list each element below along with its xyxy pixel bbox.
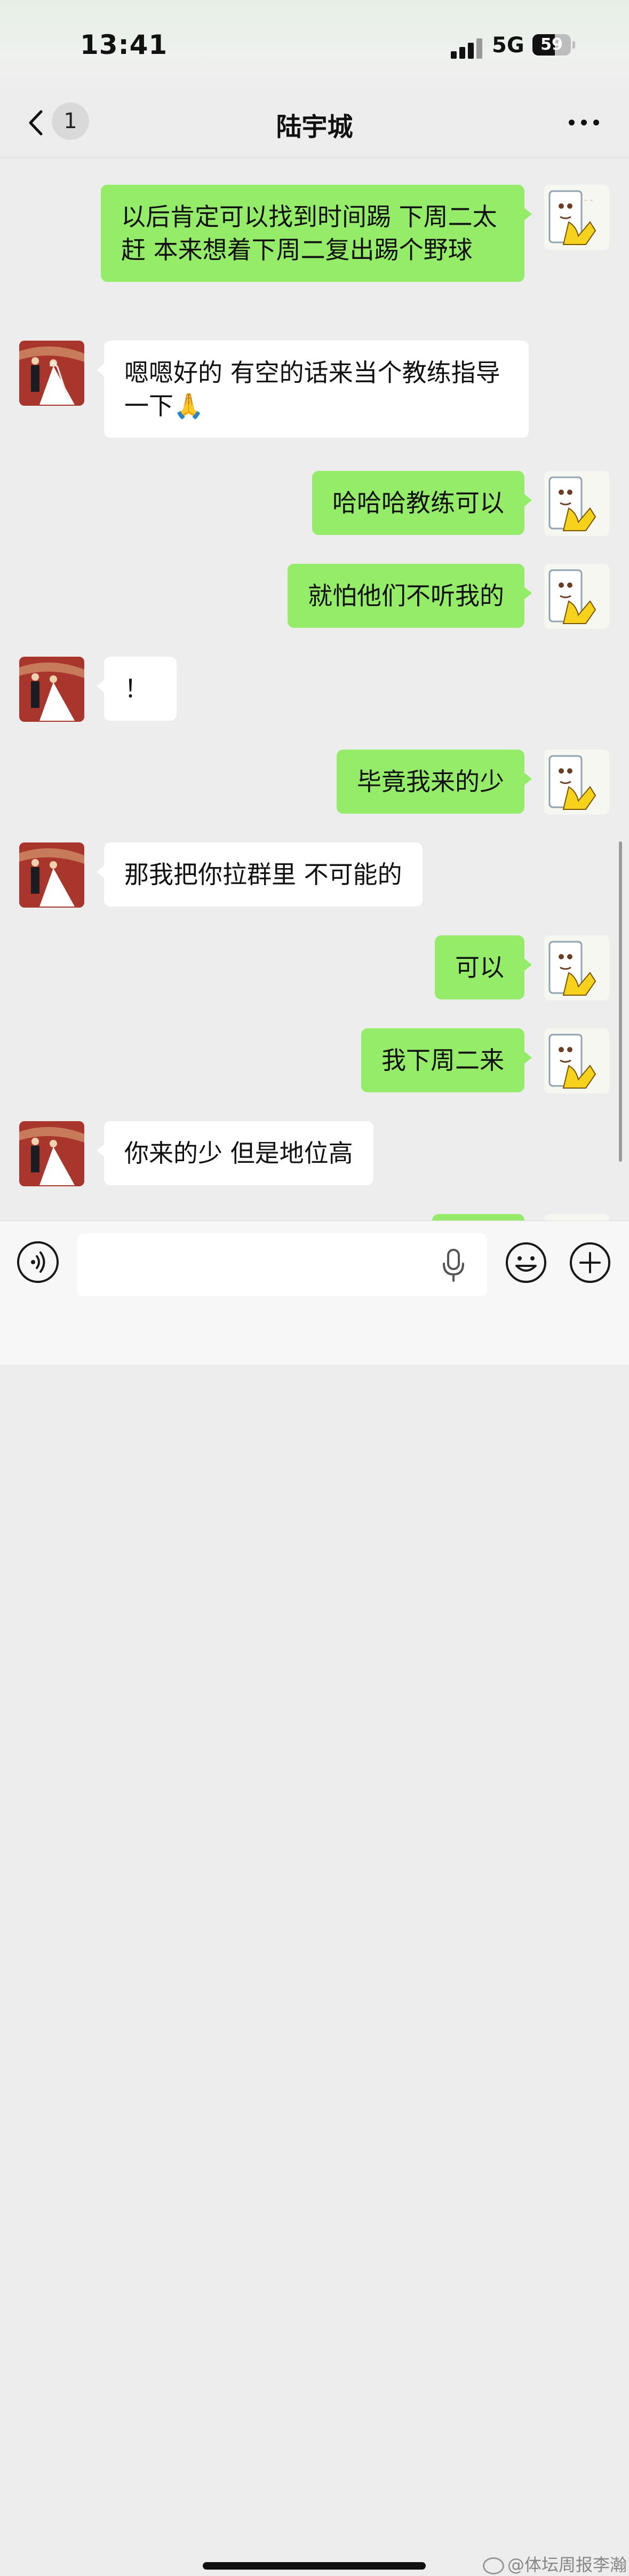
my-avatar[interactable] bbox=[544, 471, 609, 536]
input-bar: @体坛周报李瀚 bbox=[0, 1220, 629, 2575]
friend-message-bubble[interactable]: 你来的少 但是地位高 bbox=[97, 1121, 373, 1185]
cellular-signal-icon bbox=[451, 37, 488, 59]
emoji-icon bbox=[506, 1242, 546, 1283]
voice-icon bbox=[31, 1251, 45, 1273]
friend-avatar[interactable] bbox=[19, 1121, 84, 1186]
my-avatar[interactable] bbox=[544, 1028, 609, 1093]
more-dots-icon bbox=[569, 120, 575, 125]
partial-avatar bbox=[544, 1214, 609, 1220]
microphone-icon[interactable] bbox=[437, 1247, 469, 1284]
wedding-photo-avatar bbox=[19, 341, 84, 406]
my-avatar[interactable] bbox=[544, 564, 609, 629]
chat-title: 陆宇城 bbox=[276, 112, 353, 142]
network-type: 5G bbox=[492, 33, 524, 58]
cartoon-avatar-icon bbox=[548, 755, 596, 810]
cartoon-avatar-icon: ~ ~ bbox=[548, 190, 596, 245]
svg-text:~ ~: ~ ~ bbox=[584, 198, 593, 203]
my-message-bubble[interactable]: 可以 bbox=[435, 935, 532, 999]
wedding-photo-avatar bbox=[19, 842, 84, 908]
voice-mode-button[interactable] bbox=[17, 1241, 59, 1283]
my-avatar[interactable] bbox=[544, 935, 609, 1001]
message-input[interactable] bbox=[77, 1233, 487, 1296]
more-options-button[interactable] bbox=[566, 112, 603, 133]
my-avatar[interactable] bbox=[544, 750, 609, 815]
my-message-bubble[interactable]: 我下周二来 bbox=[361, 1028, 532, 1092]
battery-icon: 59 bbox=[532, 34, 571, 56]
wedding-photo-avatar bbox=[19, 657, 84, 722]
friend-message-bubble[interactable]: ！ bbox=[97, 657, 177, 721]
partial-message-bubble[interactable] bbox=[432, 1214, 524, 1220]
my-message-bubble[interactable]: 毕竟我来的少 bbox=[337, 750, 532, 814]
friend-avatar[interactable] bbox=[19, 657, 84, 722]
message-list[interactable]: 以后肯定可以找到时间踢 下周二太赶 本来想着下周二复出踢个野球 ~ ~ 嗯嗯好的… bbox=[0, 158, 629, 1220]
cartoon-avatar-icon bbox=[548, 569, 596, 624]
home-indicator[interactable] bbox=[203, 2562, 426, 2570]
plus-icon bbox=[570, 1242, 610, 1283]
my-message-bubble[interactable]: 哈哈哈教练可以 bbox=[312, 471, 532, 535]
friend-avatar[interactable] bbox=[19, 341, 84, 406]
status-time: 13:41 bbox=[80, 29, 168, 60]
my-message-bubble[interactable]: 就怕他们不听我的 bbox=[288, 564, 532, 628]
weibo-logo-icon bbox=[483, 2557, 504, 2574]
friend-message-bubble[interactable]: 那我把你拉群里 不可能的 bbox=[97, 842, 423, 907]
friend-message-bubble[interactable]: 嗯嗯好的 有空的话来当个教练指导一下🙏 bbox=[97, 341, 529, 438]
scrollbar[interactable] bbox=[619, 841, 622, 1162]
cartoon-avatar-icon bbox=[548, 476, 596, 531]
battery-level: 59 bbox=[540, 35, 563, 54]
cartoon-avatar-icon bbox=[548, 941, 596, 996]
watermark: @体坛周报李瀚 bbox=[483, 2551, 627, 2576]
my-avatar[interactable]: ~ ~ bbox=[544, 185, 609, 250]
chat-header: 1 陆宇城 bbox=[0, 91, 629, 158]
emoji-button[interactable] bbox=[505, 1241, 547, 1284]
cartoon-avatar-icon bbox=[548, 1034, 596, 1089]
more-actions-button[interactable] bbox=[569, 1241, 611, 1284]
my-message-bubble[interactable]: 以后肯定可以找到时间踢 下周二太赶 本来想着下周二复出踢个野球 bbox=[101, 185, 532, 282]
friend-avatar[interactable] bbox=[19, 842, 84, 908]
wedding-photo-avatar bbox=[19, 1121, 84, 1186]
status-bar: 13:41 5G 59 bbox=[0, 0, 629, 91]
battery-tip bbox=[572, 41, 575, 49]
watermark-text: @体坛周报李瀚 bbox=[507, 2555, 627, 2575]
